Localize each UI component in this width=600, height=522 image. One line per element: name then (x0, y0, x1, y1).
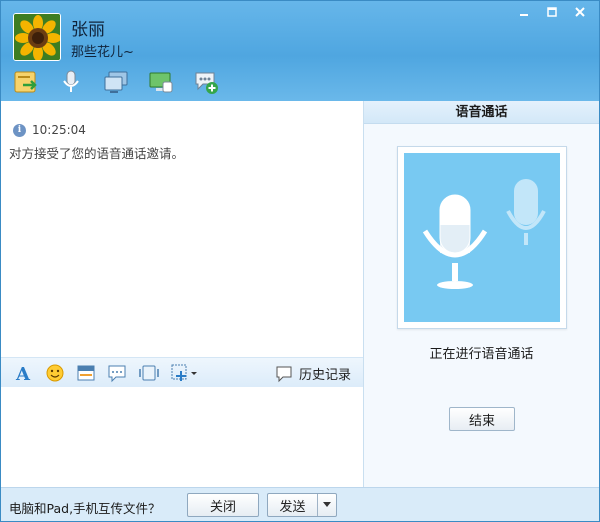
close-chat-button[interactable]: 关闭 (187, 493, 259, 517)
chevron-down-icon (323, 502, 331, 507)
image-button[interactable] (169, 362, 199, 384)
create-group-icon (195, 72, 218, 94)
image-icon (171, 364, 197, 381)
history-label: 历史记录 (298, 368, 351, 383)
file-transfer-link[interactable]: 电脑和Pad,手机互传文件？ (9, 498, 161, 517)
sunflower-icon (14, 14, 60, 60)
send-button-group: 发送 (267, 493, 337, 517)
font-icon: A (15, 364, 31, 383)
message-bubble-icon (108, 365, 126, 383)
minimize-icon (520, 14, 528, 16)
file-transfer-button[interactable] (13, 69, 39, 95)
remote-desktop-icon (149, 72, 173, 93)
footer-bar: 电脑和Pad,手机互传文件？ 关闭 发送 (1, 487, 599, 521)
window-header: 张丽 那些花儿~ (1, 1, 599, 101)
message-area[interactable]: i 10:25:04 对方接受了您的语音通话邀请。 (1, 101, 363, 357)
emoji-icon (46, 364, 64, 382)
message-bubble-button[interactable] (106, 362, 128, 384)
maximize-button[interactable] (539, 3, 565, 21)
voice-call-icon (63, 70, 79, 92)
contact-signature: 那些花儿~ (71, 45, 134, 60)
chat-window: 张丽 那些花儿~ i 10:25:04 对方接受了您的语音通话邀请。 A 历史记… (0, 0, 600, 522)
history-button[interactable]: 历史记录 (275, 364, 351, 383)
video-call-button[interactable] (103, 69, 129, 95)
header-toolbar (13, 69, 219, 95)
send-options-button[interactable] (318, 494, 336, 516)
message-input[interactable] (1, 387, 363, 487)
voice-call-panel: 语音通话 正在进行语音通话 结束 (364, 101, 599, 487)
voice-call-card (397, 146, 567, 329)
voice-call-button[interactable] (58, 69, 84, 95)
emoji-button[interactable] (44, 362, 66, 384)
svg-text:A: A (15, 364, 31, 383)
remote-desktop-button[interactable] (148, 69, 174, 95)
close-icon (575, 7, 585, 17)
shake-button[interactable] (138, 362, 160, 384)
end-call-button[interactable]: 结束 (449, 407, 515, 431)
file-transfer-icon (14, 71, 37, 93)
microphone-icon (422, 179, 546, 289)
close-button[interactable] (567, 3, 593, 21)
maximize-icon (547, 7, 557, 17)
minimize-button[interactable] (511, 3, 537, 21)
message-timestamp: i 10:25:04 (13, 123, 86, 137)
avatar[interactable] (13, 13, 61, 61)
contact-name: 张丽 (71, 20, 105, 40)
history-icon (276, 366, 292, 382)
info-icon: i (13, 123, 26, 137)
video-call-icon (104, 71, 128, 93)
window-controls (511, 3, 593, 21)
system-message: 对方接受了您的语音通话邀请。 (9, 146, 185, 161)
timestamp-text: 10:25:04 (32, 123, 86, 137)
voice-call-status: 正在进行语音通话 (429, 347, 534, 362)
shake-icon (139, 365, 159, 381)
create-group-button[interactable] (193, 69, 219, 95)
send-button[interactable]: 发送 (268, 494, 318, 516)
font-button[interactable]: A (13, 362, 35, 384)
voice-panel-title: 语音通话 (364, 101, 599, 124)
screenshot-button[interactable] (75, 362, 97, 384)
voice-call-visual (404, 153, 560, 322)
input-toolbar: A 历史记录 (1, 357, 363, 387)
screenshot-icon (77, 365, 95, 381)
